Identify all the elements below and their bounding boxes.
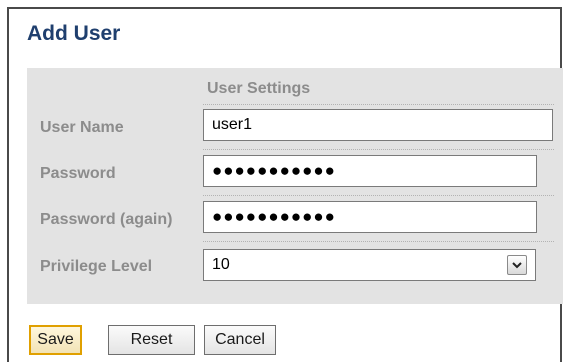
privilege-level-value: 10 bbox=[212, 256, 230, 273]
privilege-level-select[interactable]: 10 bbox=[203, 249, 536, 281]
row-separator bbox=[203, 149, 554, 150]
section-title: User Settings bbox=[207, 80, 311, 97]
username-label: User Name bbox=[40, 119, 124, 136]
password-input[interactable]: ●●●●●●●●●●● bbox=[203, 155, 537, 187]
save-button[interactable]: Save bbox=[29, 325, 82, 355]
password-again-label: Password (again) bbox=[40, 211, 173, 228]
password-value: ●●●●●●●●●●● bbox=[212, 161, 336, 180]
chevron-down-icon[interactable] bbox=[507, 255, 527, 275]
page-title: Add User bbox=[27, 22, 121, 45]
username-value: user1 bbox=[212, 116, 253, 133]
password-label: Password bbox=[40, 165, 116, 182]
privilege-level-label: Privilege Level bbox=[40, 258, 153, 275]
reset-button[interactable]: Reset bbox=[108, 325, 195, 355]
row-separator bbox=[203, 241, 554, 242]
password-again-value: ●●●●●●●●●●● bbox=[212, 207, 336, 226]
row-separator bbox=[203, 195, 554, 196]
username-input[interactable]: user1 bbox=[203, 109, 553, 141]
row-separator bbox=[203, 104, 554, 105]
cancel-button[interactable]: Cancel bbox=[204, 325, 276, 355]
password-again-input[interactable]: ●●●●●●●●●●● bbox=[203, 201, 537, 233]
